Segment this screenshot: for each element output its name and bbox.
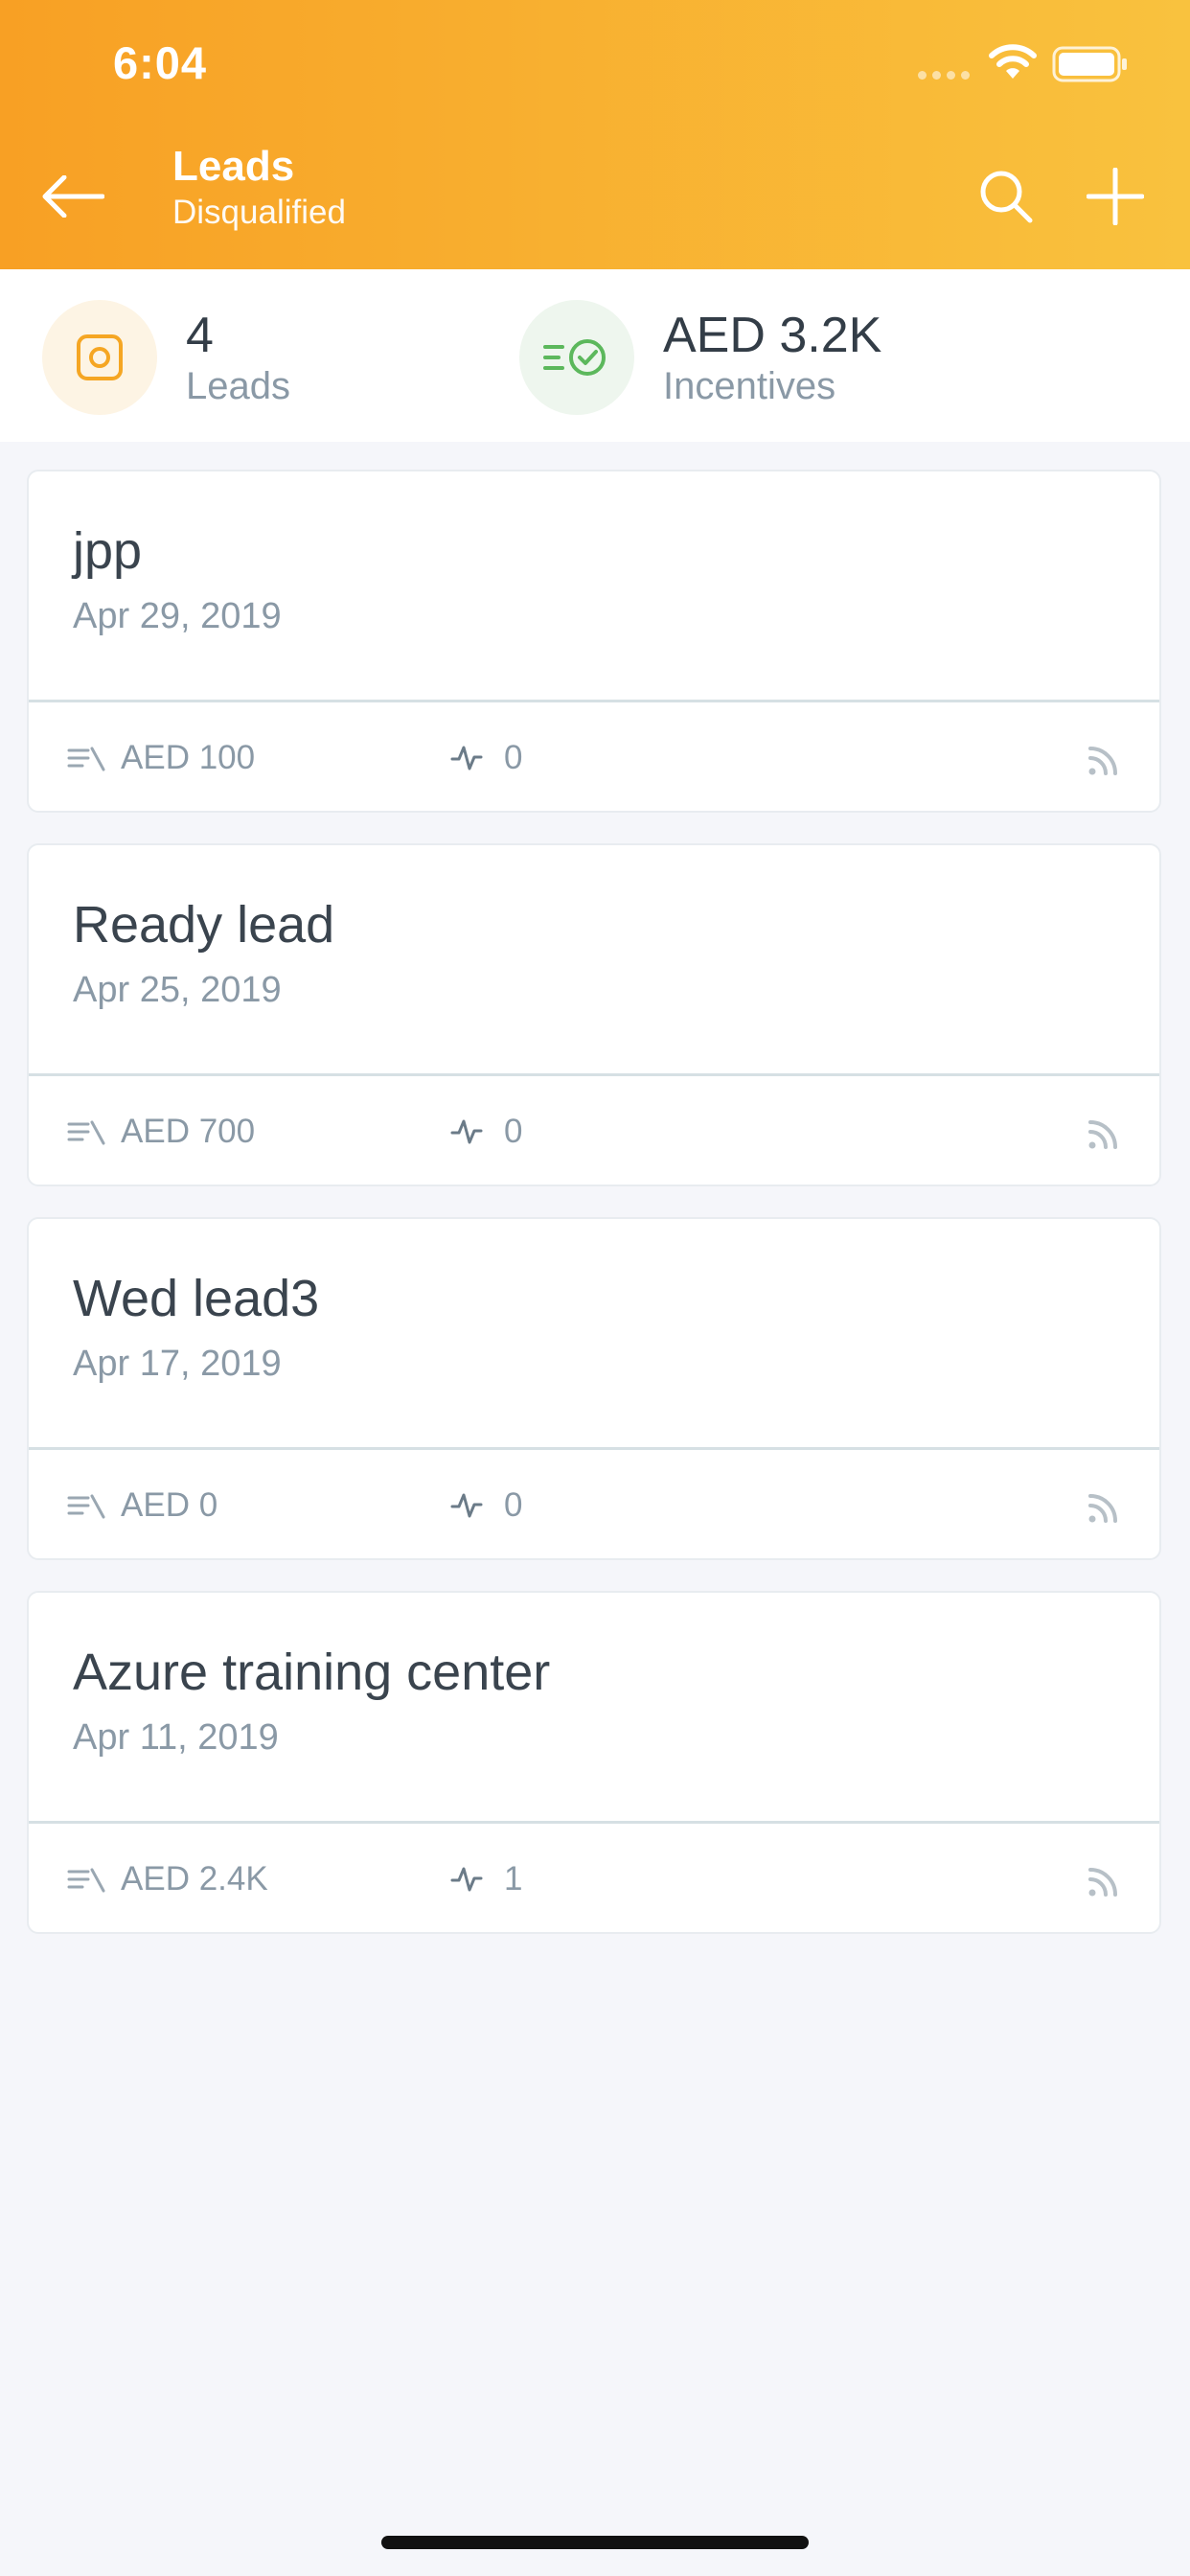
lead-card-header: Ready lead Apr 25, 2019 bbox=[29, 845, 1159, 1073]
lead-activity: 0 bbox=[450, 1113, 522, 1151]
header-bar: 6:04 Leads Disqualified bbox=[0, 0, 1190, 269]
lead-amount: AED 0 bbox=[67, 1486, 217, 1525]
back-button[interactable] bbox=[34, 163, 111, 230]
lead-card-footer: AED 0 0 bbox=[29, 1450, 1159, 1562]
incentives-total: AED 3.2K bbox=[663, 308, 882, 363]
lead-activity-count: 1 bbox=[504, 1860, 523, 1898]
lead-amount: AED 700 bbox=[67, 1113, 255, 1151]
page-subtitle: Disqualified bbox=[172, 194, 346, 231]
lead-card-footer: AED 2.4K 1 bbox=[29, 1824, 1159, 1936]
lead-name: Ready lead bbox=[73, 896, 335, 954]
status-time: 6:04 bbox=[113, 37, 208, 88]
lead-amount-value: AED 0 bbox=[121, 1486, 218, 1524]
lead-activity-count: 0 bbox=[504, 739, 523, 776]
lead-amount-value: AED 100 bbox=[121, 739, 256, 776]
add-lead-button[interactable] bbox=[1077, 163, 1154, 230]
activity-pulse-icon bbox=[450, 746, 483, 770]
incentives-summary-icon-wrap bbox=[519, 300, 634, 415]
incentive-list-icon bbox=[67, 1494, 105, 1519]
activity-pulse-icon bbox=[450, 1119, 483, 1144]
home-indicator[interactable] bbox=[381, 2536, 809, 2549]
feed-icon[interactable] bbox=[1087, 745, 1119, 777]
lead-activity: 0 bbox=[450, 1486, 522, 1525]
incentive-list-icon bbox=[67, 1120, 105, 1145]
activity-pulse-icon bbox=[450, 1493, 483, 1518]
leads-summary-icon-wrap bbox=[42, 300, 157, 415]
lead-card-footer: AED 100 0 bbox=[29, 702, 1159, 815]
lead-card[interactable]: Ready lead Apr 25, 2019 AED 700 0 bbox=[27, 843, 1161, 1186]
incentive-check-icon bbox=[543, 339, 606, 376]
lead-amount-value: AED 2.4K bbox=[121, 1860, 268, 1898]
feed-icon[interactable] bbox=[1087, 1492, 1119, 1525]
lead-card[interactable]: jpp Apr 29, 2019 AED 100 0 bbox=[27, 470, 1161, 813]
incentive-list-icon bbox=[67, 747, 105, 771]
activity-pulse-icon bbox=[450, 1867, 483, 1892]
lead-card[interactable]: Wed lead3 Apr 17, 2019 AED 0 0 bbox=[27, 1217, 1161, 1560]
lead-box-icon bbox=[77, 334, 123, 380]
lead-date: Apr 17, 2019 bbox=[73, 1344, 282, 1384]
lead-date: Apr 29, 2019 bbox=[73, 596, 282, 636]
feed-icon[interactable] bbox=[1087, 1866, 1119, 1898]
lead-date: Apr 25, 2019 bbox=[73, 970, 282, 1010]
leads-list: jpp Apr 29, 2019 AED 100 0 Ready lead Ap… bbox=[27, 470, 1163, 1965]
lead-card-header: Wed lead3 Apr 17, 2019 bbox=[29, 1219, 1159, 1447]
incentives-total-label: Incentives bbox=[663, 365, 836, 407]
lead-amount-value: AED 700 bbox=[121, 1113, 256, 1150]
wifi-icon bbox=[989, 44, 1037, 79]
title-block: Leads Disqualified bbox=[172, 142, 346, 234]
lead-amount: AED 100 bbox=[67, 739, 255, 777]
lead-card-header: Azure training center Apr 11, 2019 bbox=[29, 1593, 1159, 1821]
lead-activity-count: 0 bbox=[504, 1113, 523, 1150]
leads-summary[interactable]: 4 Leads bbox=[42, 300, 290, 415]
lead-activity-count: 0 bbox=[504, 1486, 523, 1524]
incentive-list-icon bbox=[67, 1868, 105, 1893]
lead-card-header: jpp Apr 29, 2019 bbox=[29, 472, 1159, 700]
lead-card-footer: AED 700 0 bbox=[29, 1076, 1159, 1188]
plus-icon bbox=[1087, 168, 1144, 225]
lead-activity: 1 bbox=[450, 1860, 522, 1898]
lead-amount: AED 2.4K bbox=[67, 1860, 268, 1898]
summary-bar: 4 Leads AED 3.2K Incentives bbox=[0, 269, 1190, 442]
leads-count: 4 bbox=[186, 308, 214, 363]
lead-activity: 0 bbox=[450, 739, 522, 777]
battery-icon bbox=[1052, 46, 1127, 82]
lead-name: Azure training center bbox=[73, 1644, 551, 1701]
incentives-summary-text: AED 3.2K Incentives bbox=[663, 307, 881, 408]
lead-name: Wed lead3 bbox=[73, 1270, 320, 1327]
incentives-summary[interactable]: AED 3.2K Incentives bbox=[519, 300, 881, 415]
lead-name: jpp bbox=[73, 522, 143, 580]
page-title: Leads bbox=[172, 143, 295, 190]
leads-summary-text: 4 Leads bbox=[186, 307, 290, 408]
signal-icon bbox=[918, 71, 970, 80]
lead-card[interactable]: Azure training center Apr 11, 2019 AED 2… bbox=[27, 1591, 1161, 1934]
search-icon bbox=[980, 171, 1033, 223]
lead-date: Apr 11, 2019 bbox=[73, 1717, 279, 1758]
search-button[interactable] bbox=[968, 163, 1044, 230]
feed-icon[interactable] bbox=[1087, 1118, 1119, 1151]
arrow-left-icon bbox=[42, 175, 104, 218]
leads-count-label: Leads bbox=[186, 365, 290, 407]
